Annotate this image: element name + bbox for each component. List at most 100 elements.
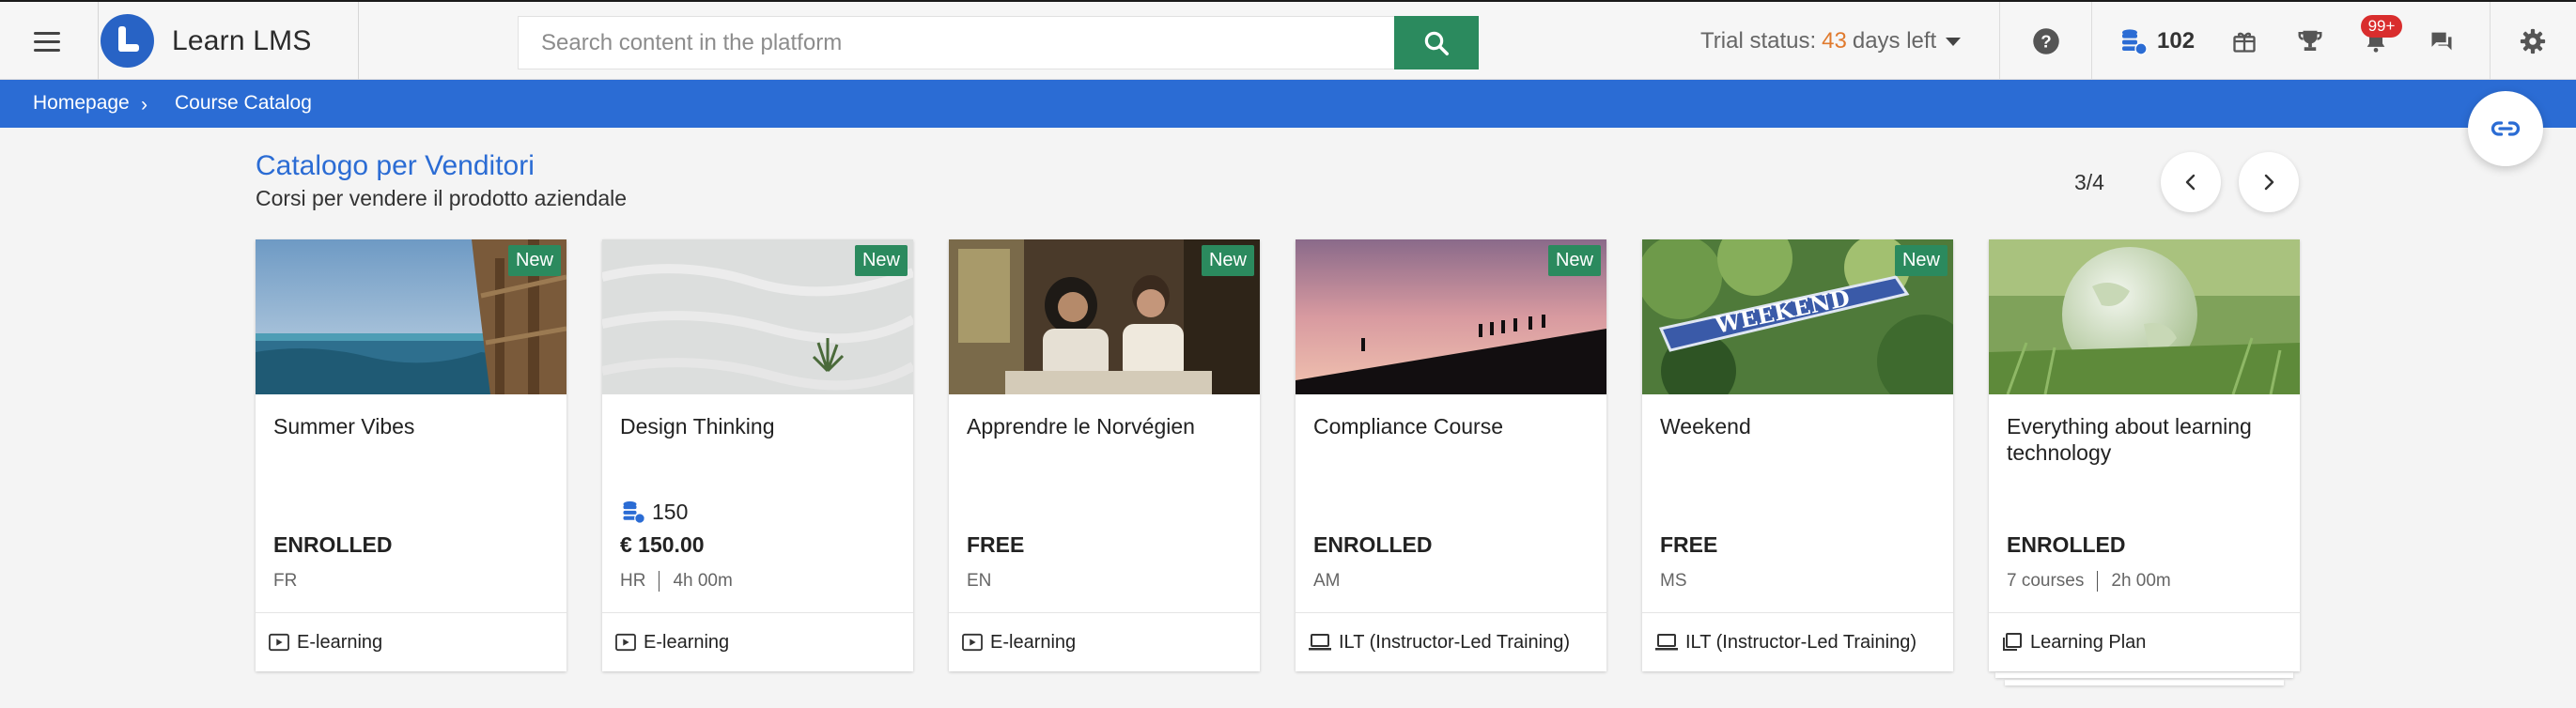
course-duration: 4h 00m — [673, 571, 733, 591]
link-icon — [2491, 121, 2521, 136]
course-type: ILT (Instructor-Led Training) — [1642, 612, 1953, 671]
stack-icon — [2003, 633, 2022, 651]
course-thumbnail: New — [1296, 239, 1606, 394]
learning-plan-card[interactable]: Everything about learning technology ENR… — [1989, 239, 2300, 671]
trial-days: 43 — [1822, 28, 1847, 54]
help-icon: ? — [2033, 28, 2059, 54]
gift-button[interactable] — [2229, 26, 2259, 56]
svg-text:?: ? — [2041, 31, 2051, 51]
course-card[interactable]: New Design Thinking 150 € 150.00 HR 4h 00… — [602, 239, 913, 671]
help-button[interactable]: ? — [2031, 26, 2061, 56]
search-bar — [518, 16, 1479, 69]
course-thumbnail: New — [949, 239, 1260, 394]
hamburger-menu-button[interactable] — [17, 19, 77, 64]
course-card[interactable]: New Apprendre le Norvégien FREE EN E-lea… — [949, 239, 1260, 671]
top-bar: Learn LMS Trial status: 43 days left ? 1… — [0, 0, 2576, 80]
course-language: MS — [1660, 571, 1687, 591]
course-meta: MS — [1660, 571, 1687, 592]
trial-days-suffix: days left — [1852, 28, 1937, 54]
course-price: € 150.00 — [620, 532, 705, 557]
course-type-label: E-learning — [990, 631, 1077, 653]
messages-button[interactable] — [2427, 26, 2457, 56]
next-page-button[interactable] — [2239, 152, 2299, 212]
app-logo[interactable]: Learn LMS — [98, 2, 359, 80]
catalog-subtitle: Corsi per vendere il prodotto aziendale — [256, 186, 628, 210]
course-thumbnail: WEEKEND New — [1642, 239, 1953, 394]
course-meta: 7 courses 2h 00m — [2007, 571, 2171, 592]
course-type: Learning Plan — [1989, 612, 2300, 671]
app-name: Learn LMS — [172, 24, 312, 56]
enrollment-status: ENROLLED — [273, 532, 393, 557]
notification-count-badge: 99+ — [2361, 15, 2402, 38]
course-title: Summer Vibes — [273, 414, 415, 439]
new-badge: New — [1547, 245, 1601, 276]
card-stack-shadow — [2005, 680, 2284, 685]
course-card[interactable]: WEEKEND New Weekend FREE MS ILT (Instruc… — [1642, 239, 1953, 671]
coins-icon — [623, 500, 645, 524]
coins-count: 102 — [2157, 28, 2196, 54]
course-meta: EN — [967, 571, 991, 592]
course-title: Apprendre le Norvégien — [967, 414, 1195, 439]
course-meta: HR 4h 00m — [620, 571, 733, 592]
course-type: E-learning — [602, 612, 913, 671]
course-count: 7 courses — [2007, 571, 2085, 591]
laptop-icon — [1655, 634, 1678, 651]
page-indicator: 3/4 — [2074, 170, 2104, 194]
course-price: FREE — [1660, 532, 1718, 557]
new-badge: New — [507, 245, 561, 276]
course-thumbnail — [1989, 239, 2300, 394]
course-title: Compliance Course — [1313, 414, 1503, 439]
card-stack-shadow — [1995, 672, 2293, 678]
share-link-button[interactable] — [2468, 91, 2543, 166]
course-type: E-learning — [256, 612, 566, 671]
new-badge: New — [1201, 245, 1254, 276]
settings-button[interactable] — [2518, 26, 2548, 56]
course-title: Weekend — [1660, 414, 1751, 439]
course-meta: AM — [1313, 571, 1341, 592]
enrollment-status: ENROLLED — [1313, 532, 1433, 557]
menu-icon — [34, 39, 60, 43]
logo-icon — [101, 14, 154, 68]
search-input[interactable] — [518, 16, 1395, 69]
gift-icon — [2233, 32, 2256, 53]
catalog-title: Catalogo per Venditori — [256, 150, 535, 181]
coins-icon — [2122, 29, 2148, 55]
coin-amount: 150 — [652, 499, 689, 524]
course-language: AM — [1313, 571, 1341, 591]
breadcrumb-current: Course Catalog — [175, 92, 312, 114]
course-title: Everything about learning technology — [2007, 414, 2252, 465]
course-type-label: E-learning — [297, 631, 383, 653]
gear-icon — [2520, 28, 2546, 54]
course-meta: FR — [273, 571, 297, 592]
course-card[interactable]: New Summer Vibes ENROLLED FR E-learning — [256, 239, 566, 671]
play-icon — [269, 633, 289, 652]
caret-down-icon — [1946, 37, 1962, 46]
course-thumbnail: New — [602, 239, 913, 394]
course-card[interactable]: New Compliance Course ENROLLED AM ILT (I… — [1296, 239, 1606, 671]
play-icon — [615, 633, 636, 652]
breadcrumb: Homepage › Course Catalog — [0, 80, 2576, 128]
breadcrumb-home-link[interactable]: Homepage — [33, 92, 130, 115]
coins-button[interactable] — [2118, 26, 2149, 56]
chevron-right-icon: › — [141, 94, 147, 115]
achievements-button[interactable] — [2295, 26, 2325, 56]
course-type: E-learning — [949, 612, 1260, 671]
trial-status-label: Trial status: — [1700, 28, 1817, 54]
course-type-label: E-learning — [644, 631, 730, 653]
chevron-right-icon — [2264, 174, 2274, 191]
course-type-label: ILT (Instructor-Led Training) — [1339, 631, 1571, 653]
trial-status-dropdown[interactable]: Trial status: 43 days left — [1700, 28, 1962, 54]
divider — [2091, 2, 2092, 80]
search-icon — [1424, 31, 1449, 55]
chat-icon — [2431, 32, 2452, 51]
divider — [1999, 2, 2000, 80]
coin-price: 150 — [620, 499, 688, 525]
enrollment-status: ENROLLED — [2007, 532, 2126, 557]
course-thumbnail: New — [256, 239, 566, 394]
course-language: EN — [967, 571, 992, 591]
course-title: Design Thinking — [620, 414, 775, 439]
course-price: FREE — [967, 532, 1025, 557]
previous-page-button[interactable] — [2161, 152, 2221, 212]
search-button[interactable] — [1394, 16, 1479, 69]
laptop-icon — [1309, 634, 1331, 651]
